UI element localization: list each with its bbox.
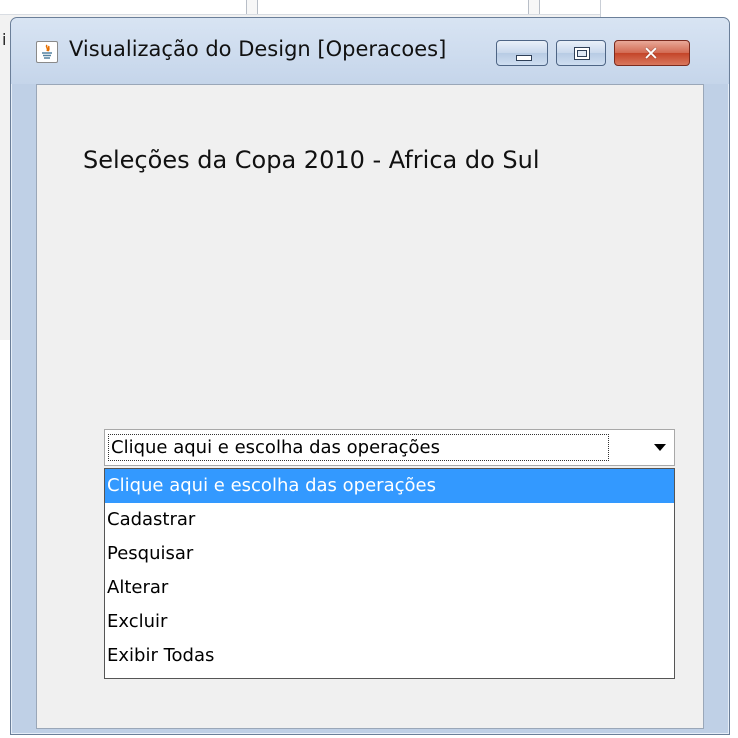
maximize-button[interactable] bbox=[556, 40, 606, 66]
operations-combobox[interactable]: Clique aqui e escolha das operações bbox=[104, 429, 675, 466]
dropdown-option-exibir-todas[interactable]: Exibir Todas bbox=[105, 639, 674, 673]
dropdown-option-cadastrar[interactable]: Cadastrar bbox=[105, 503, 674, 537]
background-marker bbox=[528, 0, 540, 14]
dropdown-option-clique-aqui[interactable]: Clique aqui e escolha das operações bbox=[105, 469, 674, 503]
combobox-selected-value[interactable]: Clique aqui e escolha das operações bbox=[108, 434, 609, 461]
client-area: Seleções da Copa 2010 - Africa do Sul Cl… bbox=[36, 84, 704, 729]
maximize-icon bbox=[574, 47, 590, 60]
minimize-icon bbox=[516, 55, 532, 61]
chevron-down-icon[interactable] bbox=[654, 444, 666, 451]
design-preview-window: Visualização do Design [Operacoes] ✕ Sel… bbox=[10, 17, 730, 735]
close-button[interactable]: ✕ bbox=[614, 40, 690, 66]
close-icon: ✕ bbox=[643, 43, 659, 65]
background-toolbar bbox=[0, 0, 600, 15]
java-icon bbox=[36, 41, 58, 63]
dropdown-option-alterar[interactable]: Alterar bbox=[105, 571, 674, 605]
page-title: Seleções da Copa 2010 - Africa do Sul bbox=[83, 146, 540, 174]
dropdown-option-pesquisar[interactable]: Pesquisar bbox=[105, 537, 674, 571]
background-text: i bbox=[2, 30, 7, 49]
operations-dropdown-list: Clique aqui e escolha das operações Cada… bbox=[104, 468, 675, 679]
minimize-button[interactable] bbox=[496, 40, 548, 66]
dropdown-option-excluir[interactable]: Excluir bbox=[105, 605, 674, 639]
window-title: Visualização do Design [Operacoes] bbox=[69, 37, 447, 61]
title-bar[interactable]: Visualização do Design [Operacoes] ✕ bbox=[11, 18, 729, 84]
background-marker bbox=[246, 0, 258, 14]
